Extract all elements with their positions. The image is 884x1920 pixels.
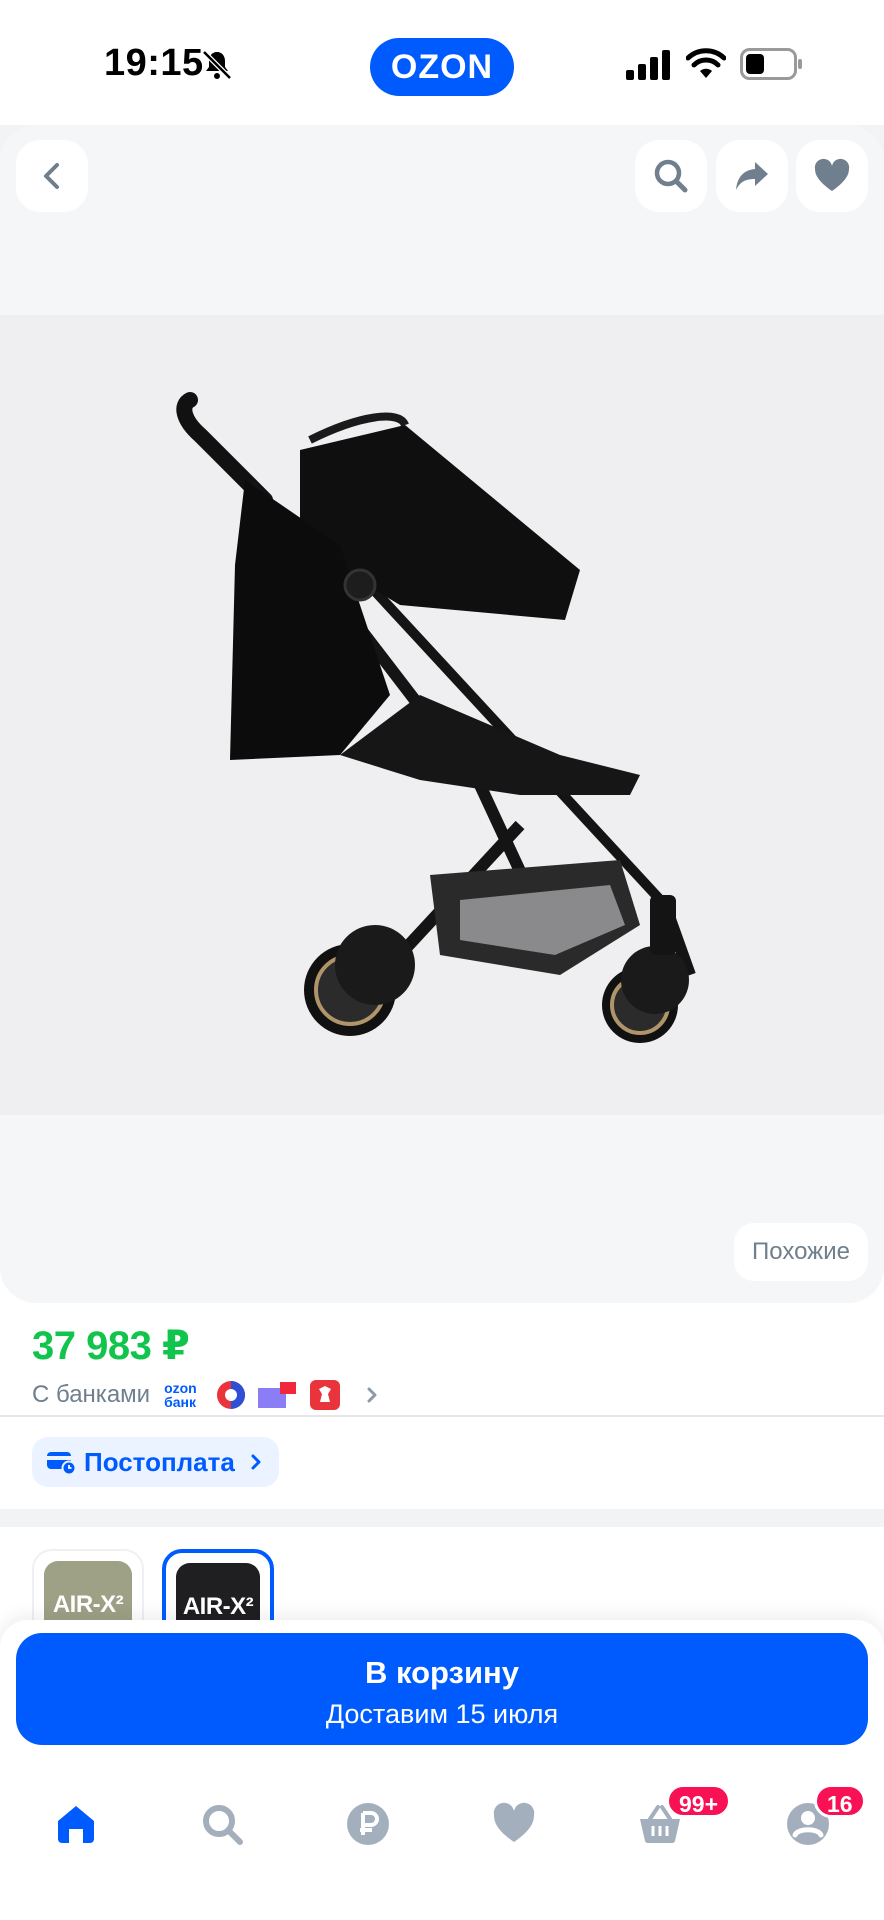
variant-option[interactable]: AIR-X² — [32, 1549, 144, 1627]
bottom-panel: В корзину Доставим 15 июля 99+ 16 — [0, 1620, 884, 1920]
cart-button-title: В корзину — [364, 1655, 519, 1690]
product-gallery[interactable]: Похожие — [0, 125, 884, 1303]
ozon-logo: OZON — [370, 38, 514, 96]
tab-profile[interactable]: 16 — [772, 1784, 866, 1860]
home-icon — [58, 1806, 94, 1843]
wifi-icon — [686, 48, 726, 78]
ozon-bank-logo: ozon банк — [164, 1380, 197, 1410]
banks-label: С банками — [32, 1381, 151, 1408]
cart-count-badge: 99+ — [666, 1784, 732, 1818]
status-bar: 19:15 OZON — [0, 0, 884, 125]
section-gap — [0, 1509, 884, 1527]
share-icon — [736, 162, 768, 190]
heart-icon — [493, 1802, 535, 1842]
variant-option-selected[interactable]: AIR-X² — [162, 1549, 274, 1627]
variant-label: AIR-X² — [182, 1593, 254, 1620]
chevron-right-icon — [367, 1387, 377, 1403]
postpay-label: Постоплата — [84, 1446, 235, 1477]
profile-count-badge: 16 — [814, 1784, 866, 1818]
product-photo[interactable] — [0, 315, 884, 1115]
status-time: 19:15 — [104, 42, 204, 84]
gallery-header — [0, 125, 884, 315]
price-value: 37 983 ₽ — [32, 1324, 190, 1368]
similar-button[interactable]: Похожие — [734, 1223, 868, 1281]
tab-cart[interactable]: 99+ — [624, 1784, 732, 1860]
heart-icon — [814, 158, 850, 191]
bank-logo-red-blue-icon — [217, 1381, 246, 1409]
card-clock-icon — [47, 1452, 76, 1475]
bank-offers-row[interactable]: С банками ozon банк — [32, 1375, 382, 1415]
tab-bar: 99+ 16 — [0, 1770, 884, 1870]
variant-label: AIR-X² — [52, 1591, 124, 1618]
postpay-block: Постоплата — [0, 1417, 884, 1509]
delivery-date: Доставим 15 июля — [325, 1699, 559, 1729]
tab-search[interactable] — [186, 1788, 258, 1860]
add-to-cart-button[interactable]: В корзину Доставим 15 июля — [16, 1633, 868, 1745]
gallery-footer: Похожие — [0, 1115, 884, 1303]
tab-home[interactable] — [40, 1788, 112, 1860]
bank-logo-purple-icon — [258, 1382, 297, 1408]
stroller-image — [0, 315, 884, 1115]
share-button[interactable] — [716, 140, 788, 212]
favorite-button[interactable] — [796, 140, 868, 212]
battery-icon — [740, 48, 802, 80]
search-icon — [654, 159, 688, 193]
signal-icon — [626, 50, 670, 80]
tab-finance[interactable] — [332, 1788, 404, 1860]
chevron-left-icon — [44, 163, 59, 189]
bell-muted-icon — [202, 50, 232, 80]
back-button[interactable] — [16, 140, 88, 212]
search-icon — [203, 1805, 243, 1845]
search-button[interactable] — [635, 140, 707, 212]
variants-block: AIR-X² AIR-X² — [0, 1527, 884, 1627]
chevron-right-icon — [251, 1454, 261, 1470]
ruble-icon — [347, 1803, 389, 1845]
price-block: 37 983 ₽ С банками ozon банк — [0, 1303, 884, 1415]
postpay-chip[interactable]: Постоплата — [32, 1437, 279, 1487]
tab-favorites[interactable] — [478, 1788, 550, 1860]
bank-logo-lion-icon — [310, 1380, 341, 1410]
